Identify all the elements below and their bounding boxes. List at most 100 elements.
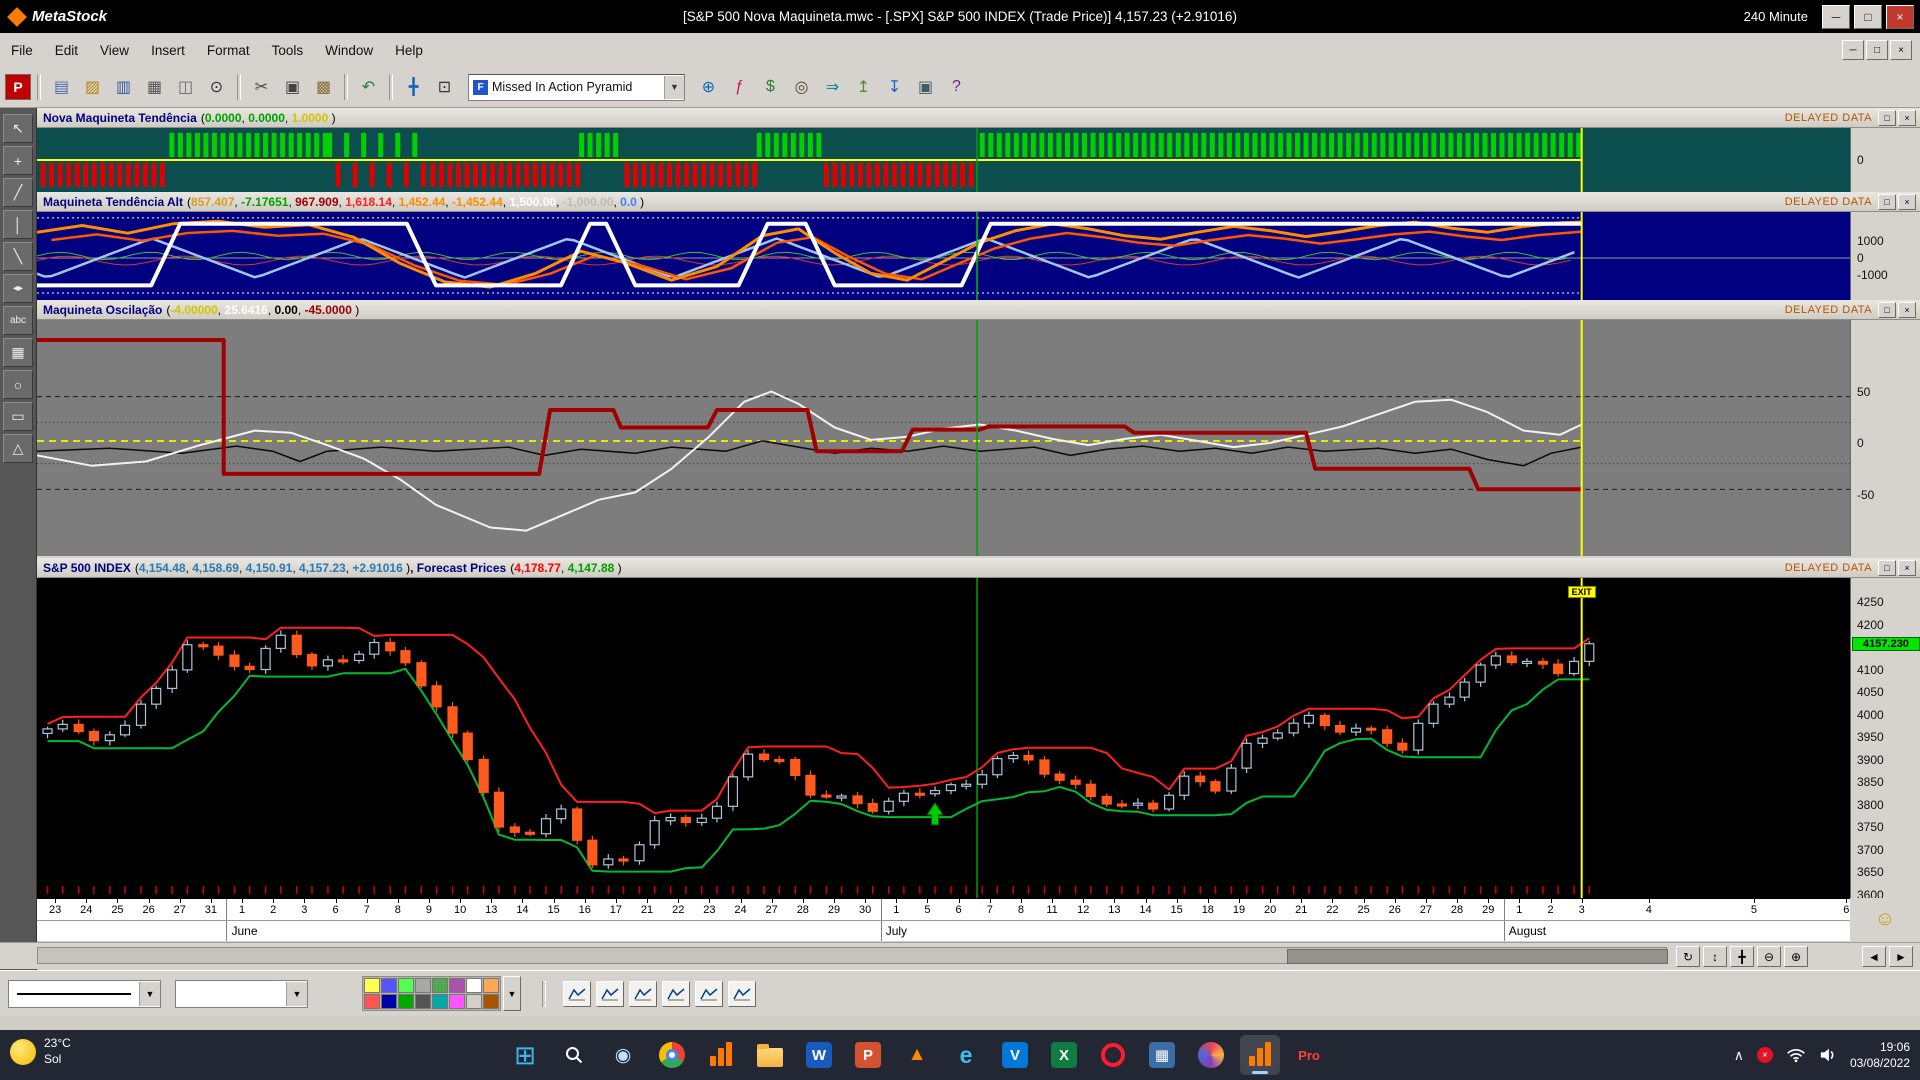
taskbar-icon-visual-studio[interactable]: V: [995, 1035, 1035, 1075]
template-combo[interactable]: F Missed In Action Pyramid ▼: [468, 74, 685, 101]
chart-template-button-5[interactable]: [695, 981, 723, 1007]
print-icon[interactable]: ▦: [140, 73, 169, 102]
color-swatch[interactable]: [415, 978, 431, 993]
undo-icon[interactable]: ↶: [354, 73, 383, 102]
child-restore-button[interactable]: □: [1866, 40, 1888, 60]
clock-widget[interactable]: 19:06 03/08/2022: [1850, 1039, 1910, 1071]
zoom-out-button[interactable]: ⊖: [1757, 946, 1781, 967]
pan-button[interactable]: ╋: [1730, 946, 1754, 967]
refresh-button[interactable]: ↻: [1676, 946, 1700, 967]
grid-tool[interactable]: ▦: [3, 338, 33, 367]
taskbar-icon-powerpoint[interactable]: P: [848, 1035, 888, 1075]
trend-alt-chart[interactable]: [37, 212, 1850, 300]
open-icon[interactable]: ▨: [78, 73, 107, 102]
ellipse-tool[interactable]: ○: [3, 370, 33, 399]
menu-view[interactable]: View: [89, 37, 140, 64]
menu-window[interactable]: Window: [314, 37, 384, 64]
pointer-tool[interactable]: ↖: [3, 114, 33, 143]
color-swatch[interactable]: [466, 994, 482, 1009]
chart-template-button-1[interactable]: [563, 981, 591, 1007]
upload-icon[interactable]: ↥: [849, 73, 878, 102]
color-swatch[interactable]: [398, 994, 414, 1009]
taskbar-icon-metastock[interactable]: [701, 1035, 741, 1075]
zoom-icon[interactable]: ⊙: [202, 73, 231, 102]
color-swatch[interactable]: [364, 978, 380, 993]
rectangle-tool[interactable]: ▭: [3, 402, 33, 431]
color-swatch[interactable]: [432, 978, 448, 993]
vertical-line-tool[interactable]: │: [3, 210, 33, 239]
color-swatch[interactable]: [483, 978, 499, 993]
child-minimize-button[interactable]: ─: [1842, 40, 1864, 60]
trend-bars-chart[interactable]: [37, 128, 1850, 192]
panel-close-button[interactable]: ×: [1898, 302, 1916, 318]
taskbar-icon-photos[interactable]: [1191, 1035, 1231, 1075]
menu-insert[interactable]: Insert: [140, 37, 196, 64]
smiley-button[interactable]: ☺: [1875, 908, 1895, 931]
taskbar-icon-edge[interactable]: e: [946, 1035, 986, 1075]
explorer-icon[interactable]: ◎: [787, 73, 816, 102]
taskbar-icon-chrome[interactable]: [652, 1035, 692, 1075]
candlestick-chart[interactable]: EXIT: [37, 578, 1850, 898]
chart-template-button-2[interactable]: [596, 981, 624, 1007]
line-style-combo[interactable]: ▼: [8, 980, 161, 1008]
downtrend-tool[interactable]: ╲: [3, 242, 33, 271]
color-swatch[interactable]: [483, 994, 499, 1009]
function-icon[interactable]: ƒ: [725, 73, 754, 102]
line-style-combo-arrow-icon[interactable]: ▼: [139, 982, 160, 1006]
crosshair-icon[interactable]: ╋: [399, 73, 428, 102]
cut-icon[interactable]: ✂: [247, 73, 276, 102]
color-swatch[interactable]: [415, 994, 431, 1009]
chart-template-button-3[interactable]: [629, 981, 657, 1007]
template-combo-arrow-icon[interactable]: ▼: [664, 76, 684, 99]
color-swatch[interactable]: [364, 994, 380, 1009]
forward-icon[interactable]: ⇒: [818, 73, 847, 102]
menu-edit[interactable]: Edit: [44, 37, 89, 64]
horizontal-scrollbar[interactable]: [37, 947, 1667, 964]
panel-close-button[interactable]: ×: [1898, 110, 1916, 126]
taskbar-icon-calculator[interactable]: ▦: [1142, 1035, 1182, 1075]
copy-icon[interactable]: ▣: [278, 73, 307, 102]
close-button[interactable]: ×: [1886, 5, 1914, 29]
save-icon[interactable]: ▥: [109, 73, 138, 102]
maximize-button[interactable]: □: [1854, 5, 1882, 29]
trendline-tool[interactable]: ╱: [3, 178, 33, 207]
panel-restore-button[interactable]: □: [1878, 302, 1896, 318]
crosshair-tool[interactable]: +: [3, 146, 33, 175]
panel-close-button[interactable]: ×: [1898, 560, 1916, 576]
triangle-tool[interactable]: △: [3, 434, 33, 463]
color-swatch[interactable]: [381, 994, 397, 1009]
chart-template-button-6[interactable]: [728, 981, 756, 1007]
taskbar-icon-chat[interactable]: ◉: [603, 1035, 643, 1075]
new-chart-icon[interactable]: ▤: [47, 73, 76, 102]
line-weight-combo-arrow-icon[interactable]: ▼: [286, 982, 307, 1006]
taskbar-icon-search[interactable]: [554, 1035, 594, 1075]
color-palette-arrow-icon[interactable]: ▼: [503, 976, 521, 1011]
taskbar-icon-start[interactable]: ⊞: [505, 1035, 545, 1075]
color-swatch[interactable]: [466, 978, 482, 993]
layout-icon[interactable]: ◫: [171, 73, 200, 102]
program-icon[interactable]: P: [5, 74, 31, 100]
volume-icon[interactable]: [1819, 1047, 1837, 1063]
menu-file[interactable]: File: [0, 37, 44, 64]
zoom-area-icon[interactable]: ⊡: [430, 73, 459, 102]
child-close-button[interactable]: ×: [1890, 40, 1912, 60]
chart-template-button-4[interactable]: [662, 981, 690, 1007]
color-swatch[interactable]: [449, 978, 465, 993]
taskbar-icon-word[interactable]: W: [799, 1035, 839, 1075]
text-tool[interactable]: abc: [3, 306, 33, 335]
help-icon[interactable]: ?: [942, 73, 971, 102]
oscillator-chart[interactable]: [37, 320, 1850, 556]
scrollbar-thumb[interactable]: [1287, 949, 1668, 964]
menu-help[interactable]: Help: [384, 37, 434, 64]
menu-format[interactable]: Format: [196, 37, 261, 64]
color-swatch[interactable]: [381, 978, 397, 993]
download-icon[interactable]: ↧: [880, 73, 909, 102]
globe-icon[interactable]: ⊕: [694, 73, 723, 102]
snapshot-icon[interactable]: ▣: [911, 73, 940, 102]
tray-alert-icon[interactable]: ×: [1757, 1047, 1773, 1063]
scroll-right-button[interactable]: ►: [1889, 946, 1913, 967]
menu-tools[interactable]: Tools: [261, 37, 315, 64]
color-swatch[interactable]: [449, 994, 465, 1009]
weather-widget[interactable]: 23°C Sol: [10, 1036, 71, 1067]
panel-restore-button[interactable]: □: [1878, 560, 1896, 576]
